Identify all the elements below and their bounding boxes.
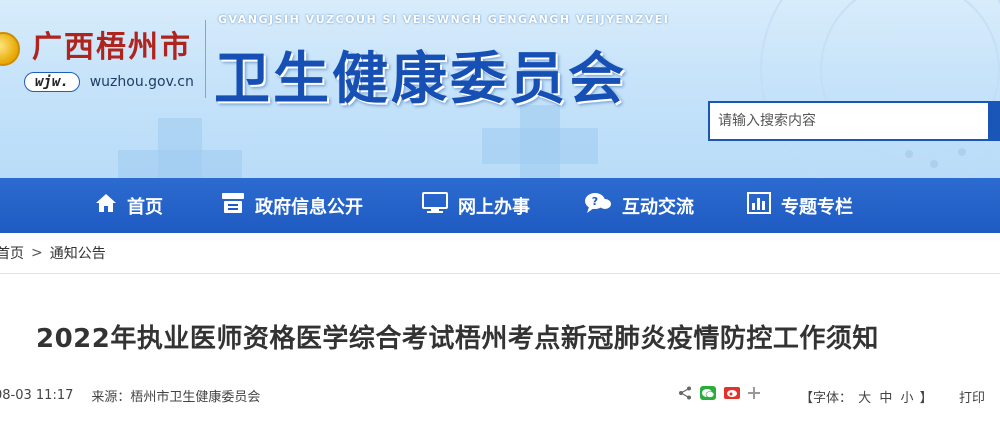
share-icon[interactable]	[678, 386, 692, 400]
font-medium-button[interactable]: 中	[879, 391, 892, 406]
breadcrumb: 首页 > 通知公告	[0, 243, 106, 263]
nav-item-home[interactable]: 首页	[95, 178, 163, 233]
breadcrumb-separator: >	[31, 245, 43, 261]
source-label: 来源：	[91, 390, 131, 405]
source-name: 梧州市卫生健康委员会	[130, 390, 261, 405]
svg-text:?: ?	[592, 195, 598, 208]
city-name: 广西梧州市	[32, 30, 192, 65]
nav-label: 政府信息公开	[255, 196, 363, 218]
decorative-cross	[118, 150, 242, 178]
zhuang-language-title: GVANGJSIH VUZCOUH SI VEISWNGH GENGANGH V…	[218, 13, 670, 26]
font-small-button[interactable]: 小	[900, 391, 913, 406]
font-size-prefix: 【字体：	[800, 391, 853, 406]
share-bar	[678, 386, 768, 400]
decorative-dot	[930, 160, 938, 168]
main-navigation: 首页 政府信息公开 网上办事 ? 互动交流 专题专栏	[0, 178, 1000, 233]
search-button[interactable]	[988, 101, 1000, 141]
site-title: 卫生健康委员会	[214, 46, 627, 112]
wechat-icon[interactable]	[700, 386, 716, 400]
font-large-button[interactable]: 大	[858, 391, 871, 406]
decorative-dot	[905, 150, 913, 158]
breadcrumb-home-link[interactable]: 首页	[0, 243, 24, 263]
font-size-control: 【字体： 大 中 小 】	[800, 387, 933, 406]
header-divider	[205, 20, 206, 98]
font-size-suffix: 】	[919, 391, 933, 406]
weibo-icon[interactable]	[724, 387, 740, 399]
decorative-cross	[482, 128, 598, 164]
search-input[interactable]	[714, 107, 982, 135]
national-emblem-icon	[0, 32, 20, 66]
article-meta: 08-03 11:17 来源： 梧州市卫生健康委员会	[0, 386, 260, 405]
site-abbreviation: wjw.	[24, 72, 80, 92]
decorative-dot	[958, 148, 966, 156]
domain-text: wuzhou.gov.cn	[89, 74, 194, 90]
print-button[interactable]: 打印	[959, 387, 985, 406]
chat-icon: ?	[584, 192, 612, 219]
computer-icon	[422, 192, 448, 219]
home-icon	[95, 193, 117, 218]
search-box	[708, 101, 1000, 141]
document-icon	[221, 192, 245, 219]
breadcrumb-notice-link[interactable]: 通知公告	[50, 243, 106, 263]
breadcrumb-divider	[0, 273, 1000, 274]
nav-label: 网上办事	[458, 196, 530, 218]
site-header: 广西梧州市 wjw. wuzhou.gov.cn GVANGJSIH VUZCO…	[0, 0, 1000, 178]
site-domain[interactable]: wjw. wuzhou.gov.cn	[24, 72, 194, 92]
nav-label: 互动交流	[622, 196, 694, 218]
plus-icon[interactable]	[748, 387, 760, 399]
nav-label: 首页	[127, 196, 163, 218]
nav-item-gov-info[interactable]: 政府信息公开	[221, 178, 363, 233]
column-chart-icon	[747, 192, 771, 219]
nav-item-online-service[interactable]: 网上办事	[422, 178, 530, 233]
publish-date: 08-03 11:17	[0, 388, 74, 403]
nav-item-special-topics[interactable]: 专题专栏	[747, 178, 853, 233]
nav-item-interaction[interactable]: ? 互动交流	[584, 178, 694, 233]
article-title: 2022年执业医师资格医学综合考试梧州考点新冠肺炎疫情防控工作须知	[36, 324, 879, 354]
nav-label: 专题专栏	[781, 196, 853, 218]
